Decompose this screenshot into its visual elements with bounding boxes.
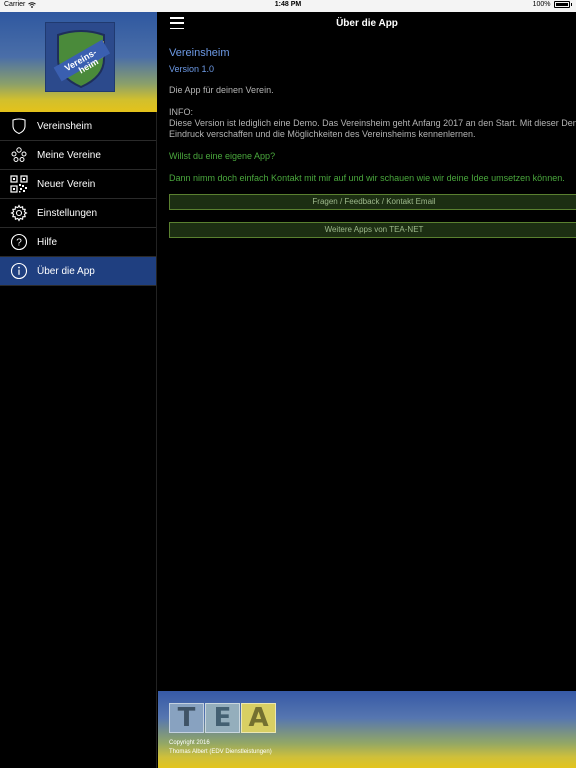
tea-logo-letter: T [169, 703, 204, 733]
status-time: 1:48 PM [274, 1, 302, 8]
sidebar-item-neuer-verein[interactable]: Neuer Verein [0, 170, 156, 199]
about-content: Vereinsheim Version 1.0 Die App für dein… [158, 36, 576, 238]
battery-status: 100% [533, 1, 572, 8]
sidebar-item-label: Über die App [37, 265, 95, 277]
sidebar-item-hilfe[interactable]: ? Hilfe [0, 228, 156, 257]
shield-icon [9, 116, 29, 136]
app-tagline: Die App für deinen Verein. [169, 85, 274, 95]
svg-text:?: ? [16, 238, 22, 249]
info-heading: INFO: [169, 107, 193, 117]
main-panel: Über die App Vereinsheim Version 1.0 Die… [158, 12, 576, 768]
sidebar-item-vereinsheim[interactable]: Vereinsheim [0, 112, 156, 141]
navigation-bar: Über die App [158, 12, 576, 36]
sidebar-item-label: Hilfe [37, 236, 58, 248]
copyright-text: Copyright 2016 [169, 740, 210, 746]
page-title: Über die App [336, 18, 398, 29]
sidebar-item-label: Neuer Verein [37, 178, 96, 190]
contact-text: Dann nimm doch einfach Kontakt mit mir a… [169, 173, 565, 183]
sidebar-item-label: Vereinsheim [37, 120, 93, 132]
copyright-block: Copyright 2016 Thomas Albert (EDV Dienst… [169, 739, 272, 757]
sidebar-item-label: Einstellungen [37, 207, 98, 219]
contact-email-button[interactable]: Fragen / Feedback / Kontakt Email [169, 194, 576, 210]
info-icon [9, 261, 29, 281]
sidebar-header: Vereins- heim [0, 12, 157, 112]
tea-logo: T E A [169, 703, 276, 733]
sidebar-item-ueber-die-app[interactable]: Über die App [0, 257, 156, 286]
app-name: Vereinsheim [169, 47, 230, 59]
battery-tip [570, 3, 572, 6]
info-text-line-2: Eindruck verschaffen und die Möglichkeit… [169, 129, 476, 139]
app-version: Version 1.0 [169, 64, 215, 74]
battery-icon [553, 1, 570, 8]
club-crest-icon: Vereins- heim [53, 30, 111, 89]
tea-logo-letter: A [241, 703, 276, 733]
battery-percent: 100% [532, 1, 551, 8]
info-text-line-1: Diese Version ist lediglich eine Demo. D… [169, 118, 576, 128]
footer: T E A Copyright 2016 Thomas Albert (EDV … [158, 691, 576, 768]
status-bar: Carrier 1:48 PM 100% [0, 0, 576, 12]
sidebar-menu: Vereinsheim Meine Vereine Neuer Verein E… [0, 112, 156, 286]
sidebar-item-meine-vereine[interactable]: Meine Vereine [0, 141, 156, 170]
qr-code-icon [9, 174, 29, 194]
sidebar-item-label: Meine Vereine [37, 149, 101, 161]
sidebar-item-einstellungen[interactable]: Einstellungen [0, 199, 156, 228]
own-app-question: Willst du eine eigene App? [169, 151, 276, 161]
company-name: Thomas Albert (EDV Dienstleistungen) [169, 749, 272, 755]
help-icon: ? [9, 232, 29, 252]
tea-logo-letter: E [205, 703, 240, 733]
more-apps-button[interactable]: Weitere Apps von TEA-NET [169, 222, 576, 238]
gear-icon [9, 203, 29, 223]
app-logo: Vereins- heim [45, 22, 115, 92]
group-icon [9, 145, 29, 165]
sidebar: Vereins- heim Vereinsheim Meine Vereine [0, 12, 157, 768]
